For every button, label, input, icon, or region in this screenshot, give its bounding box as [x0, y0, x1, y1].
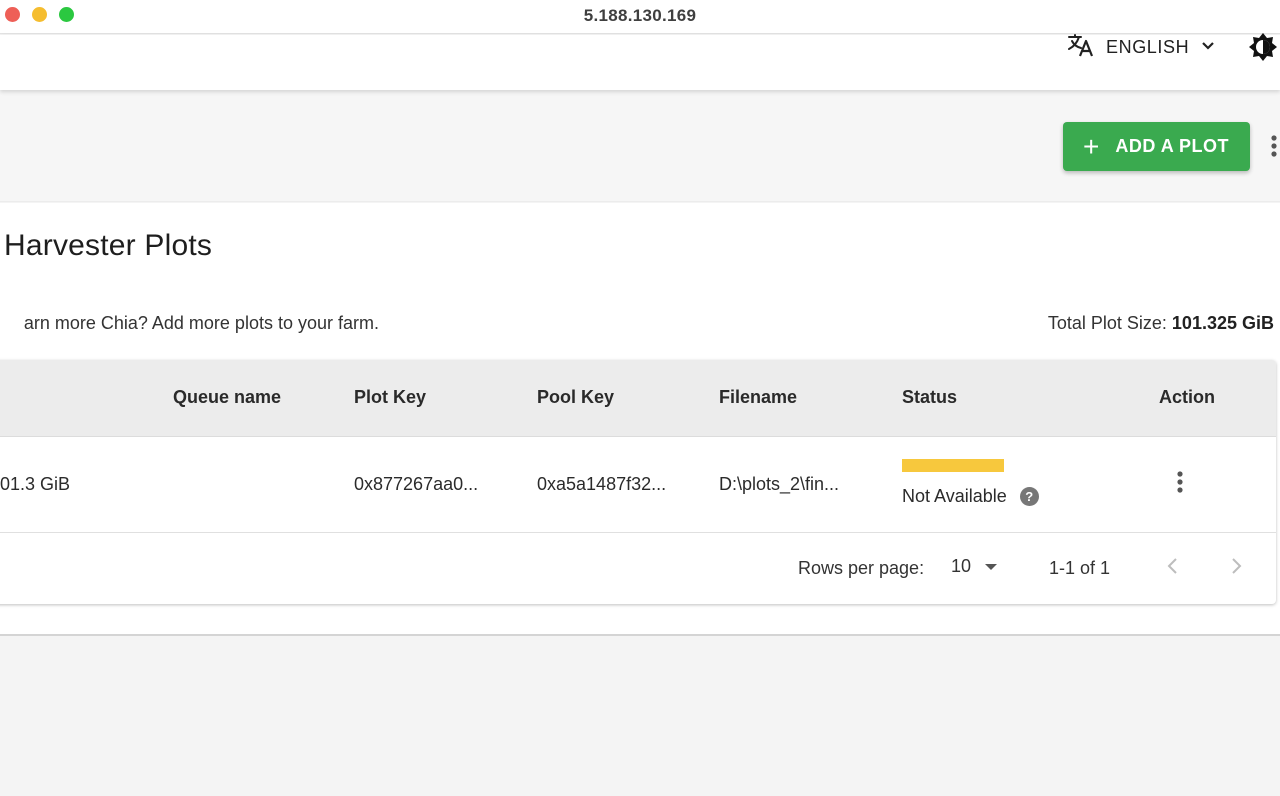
- page-title: Harvester Plots: [4, 229, 213, 262]
- pagination-range: 1-1 of 1: [1049, 558, 1111, 578]
- main-content: Harvester Plots arn more Chia? Add more …: [0, 203, 1280, 636]
- plots-table: Queue name Plot Key Pool Key Filename St…: [0, 360, 1276, 604]
- window-titlebar: 5.188.130.169: [0, 0, 1280, 34]
- total-plot-size: Total Plot Size: 101.325 GiB: [1048, 313, 1274, 334]
- more-vert-icon[interactable]: [1268, 134, 1280, 165]
- chevron-down-icon: [1201, 38, 1215, 56]
- cell-status: Not Available ?: [902, 486, 1039, 507]
- previous-page-icon[interactable]: [1166, 557, 1178, 580]
- add-plot-button[interactable]: + ADD A PLOT: [1063, 122, 1250, 171]
- rows-per-page-label: Rows per page:: [798, 558, 925, 578]
- status-indicator-bar: [902, 459, 1004, 472]
- brightness-icon[interactable]: [1246, 33, 1280, 66]
- cell-plot-key: 0x877267aa0...: [354, 474, 479, 494]
- table-header: Queue name Plot Key Pool Key Filename St…: [0, 360, 1276, 437]
- cell-size: 01.3 GiB: [0, 474, 70, 494]
- app-bar: ENGLISH: [0, 33, 1280, 90]
- total-plot-size-value: 101.325 GiB: [1171, 313, 1274, 333]
- total-plot-size-label: Total Plot Size:: [1047, 313, 1167, 333]
- dropdown-arrow-icon: [985, 563, 998, 570]
- column-header-pool-key[interactable]: Pool Key: [537, 387, 614, 408]
- column-header-plot-key[interactable]: Plot Key: [354, 387, 426, 408]
- add-plot-label: ADD A PLOT: [1115, 136, 1230, 156]
- rows-per-page-select[interactable]: 10: [951, 556, 998, 577]
- next-page-icon[interactable]: [1231, 557, 1243, 580]
- table-row: 01.3 GiB 0x877267aa0... 0xa5a1487f32... …: [0, 437, 1276, 533]
- table-pagination: Rows per page: 10 1-1 of 1: [0, 533, 1276, 604]
- column-header-filename[interactable]: Filename: [719, 387, 797, 408]
- row-action-menu-icon[interactable]: [1176, 470, 1184, 501]
- language-selector[interactable]: ENGLISH: [1066, 33, 1215, 62]
- column-header-action: Action: [1159, 387, 1215, 407]
- column-header-status[interactable]: Status: [902, 387, 957, 408]
- column-header-queue-name[interactable]: Queue name: [173, 387, 281, 408]
- translate-icon: [1066, 33, 1096, 62]
- empty-area: [0, 638, 1280, 796]
- page-toolbar: + ADD A PLOT: [0, 90, 1280, 202]
- cell-pool-key: 0xa5a1487f32...: [537, 474, 667, 494]
- language-label: ENGLISH: [1106, 36, 1190, 57]
- plus-icon: +: [1083, 130, 1100, 162]
- help-icon[interactable]: ?: [1019, 487, 1039, 506]
- page-subtitle: arn more Chia? Add more plots to your fa…: [23, 313, 379, 333]
- rows-per-page-value: 10: [951, 556, 972, 576]
- window-title: 5.188.130.169: [583, 6, 697, 25]
- status-label: Not Available: [902, 486, 1007, 506]
- cell-filename: D:\plots_2\fin...: [719, 474, 840, 494]
